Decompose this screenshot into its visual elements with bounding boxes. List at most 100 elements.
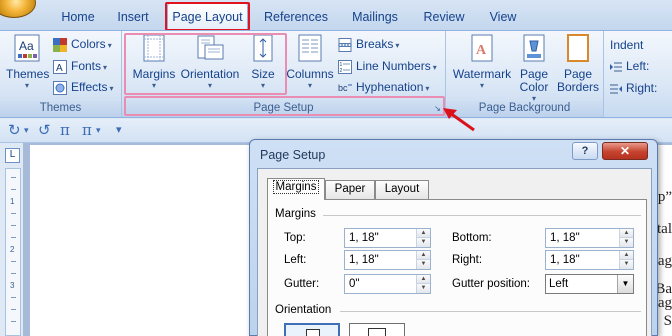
vertical-ruler: 1 2 3: [5, 168, 21, 336]
top-margin-value: 1, 18": [349, 232, 379, 244]
ribbon-tab-bar: Home Insert Page Layout References Maili…: [0, 0, 672, 30]
hyphenation-button[interactable]: bc Hyphenation ▾: [338, 77, 429, 97]
gutter-field[interactable]: 0" ▲ ▼: [344, 274, 431, 294]
watermark-label: Watermark: [452, 67, 512, 81]
bottom-margin-value: 1, 18": [550, 232, 580, 244]
pi-icon[interactable]: π: [60, 121, 70, 139]
page-borders-button[interactable]: Page Borders: [554, 33, 602, 94]
tab-review[interactable]: Review: [416, 7, 472, 29]
svg-text:A: A: [476, 43, 487, 58]
left-margin-field[interactable]: 1, 18" ▲ ▼: [344, 250, 431, 270]
indent-right[interactable]: Right:: [610, 78, 657, 98]
indent-left[interactable]: Left:: [610, 56, 649, 76]
themes-group: Aa Themes ▾ Colors▾ A Fonts▾ Effects▾: [0, 31, 122, 117]
columns-icon: [298, 34, 322, 62]
indent-heading: Indent: [610, 38, 644, 52]
svg-text:A: A: [56, 63, 63, 74]
breaks-icon: [338, 37, 352, 52]
chevron-down-icon: ▾: [109, 84, 114, 93]
effects-button[interactable]: Effects ▾: [53, 77, 113, 97]
page-setup-label-highlight: [124, 96, 445, 116]
tab-margins-label: Margins: [272, 180, 320, 194]
close-button[interactable]: ✕: [602, 142, 648, 160]
spin-up-icon[interactable]: ▲: [620, 251, 633, 260]
pi-dropdown-icon[interactable]: π: [82, 121, 92, 139]
orientation-separator: [340, 311, 641, 312]
colors-label: Colors: [71, 37, 106, 51]
fonts-label: Fonts: [71, 59, 102, 73]
breaks-label: Breaks: [356, 37, 394, 51]
margins-section-label: Margins: [275, 208, 316, 220]
hyphenation-label: Hyphenation: [356, 80, 424, 94]
document-text: ag: [657, 253, 672, 269]
spin-down-icon[interactable]: ▼: [417, 260, 430, 269]
landscape-option[interactable]: [349, 323, 405, 336]
tab-insert[interactable]: Insert: [108, 7, 158, 29]
spin-down-icon[interactable]: ▼: [620, 238, 633, 247]
help-button[interactable]: ?: [572, 142, 598, 160]
tab-references[interactable]: References: [258, 7, 334, 29]
gutter-value: 0": [349, 278, 360, 290]
ruler-number: 1: [10, 197, 15, 206]
fonts-button[interactable]: A Fonts ▾: [53, 56, 107, 76]
spin-up-icon[interactable]: ▲: [417, 251, 430, 260]
document-text: S: [663, 313, 672, 329]
paragraph-group: Indent Left: Right:: [604, 31, 672, 117]
indent-left-icon: [610, 62, 622, 72]
chevron-down-icon[interactable]: ▾: [96, 125, 101, 136]
gutter-position-select[interactable]: Left ▼: [545, 274, 634, 294]
breaks-button[interactable]: Breaks ▾: [338, 34, 399, 54]
document-text: p”: [657, 189, 672, 205]
indent-right-icon: [610, 84, 622, 94]
themes-button[interactable]: Aa Themes ▾: [6, 33, 50, 90]
spin-up-icon[interactable]: ▲: [417, 275, 430, 284]
spin-down-icon[interactable]: ▼: [417, 238, 430, 247]
top-margin-field[interactable]: 1, 18" ▲ ▼: [344, 228, 431, 248]
spin-up-icon[interactable]: ▲: [620, 229, 633, 238]
spin-down-icon[interactable]: ▼: [620, 260, 633, 269]
right-margin-field[interactable]: 1, 18" ▲ ▼: [545, 250, 634, 270]
colors-button[interactable]: Colors ▾: [53, 34, 112, 54]
watermark-button[interactable]: A Watermark ▾: [450, 33, 514, 90]
effects-icon: [53, 80, 67, 95]
tab-layout[interactable]: Layout: [375, 180, 429, 199]
tab-home[interactable]: Home: [48, 7, 108, 29]
chevron-down-icon[interactable]: ▼: [617, 275, 633, 293]
ruler-tab-selector[interactable]: L: [5, 148, 20, 163]
spin-up-icon[interactable]: ▲: [417, 229, 430, 238]
portrait-option[interactable]: [284, 323, 340, 336]
spin-down-icon[interactable]: ▼: [417, 284, 430, 293]
customize-icon[interactable]: ▾: [116, 123, 122, 136]
tab-margins[interactable]: Margins: [267, 178, 325, 200]
undo-icon[interactable]: ↺: [38, 121, 51, 139]
chevron-down-icon[interactable]: ▾: [24, 125, 29, 136]
page-borders-icon: [567, 34, 589, 62]
page-color-button[interactable]: Page Color ▾: [514, 33, 554, 103]
left-margin-value: 1, 18": [349, 254, 379, 266]
redo-icon[interactable]: ↻: [8, 121, 21, 139]
bottom-label: Bottom:: [452, 232, 492, 244]
line-numbers-button[interactable]: 1 2 Line Numbers ▾: [338, 56, 437, 76]
watermark-icon: A: [471, 34, 493, 62]
line-numbers-icon: 1 2: [338, 59, 352, 74]
tab-paper[interactable]: Paper: [325, 180, 375, 199]
columns-button[interactable]: Columns ▾: [286, 33, 334, 90]
themes-icon: Aa: [14, 34, 40, 62]
right-label: Right:: [452, 254, 483, 266]
effects-label: Effects: [71, 80, 108, 94]
tab-mailings[interactable]: Mailings: [343, 7, 407, 29]
orientation-section-label: Orientation: [275, 304, 332, 316]
dialog-body: Margins Paper Layout Margins Top: 1, 18"…: [257, 168, 652, 336]
page-setup-dialog: Page Setup ? ✕ Margins Paper Layout Marg…: [249, 139, 658, 336]
indent-left-label: Left:: [626, 59, 650, 73]
svg-text:bc: bc: [338, 83, 348, 93]
office-button[interactable]: [0, 0, 36, 18]
document-text: ag: [657, 295, 672, 311]
themes-label: Themes: [6, 67, 50, 81]
left-label: Left:: [284, 254, 307, 266]
tab-view[interactable]: View: [480, 7, 526, 29]
document-text: tal: [657, 221, 672, 237]
bottom-margin-field[interactable]: 1, 18" ▲ ▼: [545, 228, 634, 248]
gutter-label: Gutter:: [284, 278, 320, 290]
gutter-position-value: Left: [549, 278, 569, 290]
